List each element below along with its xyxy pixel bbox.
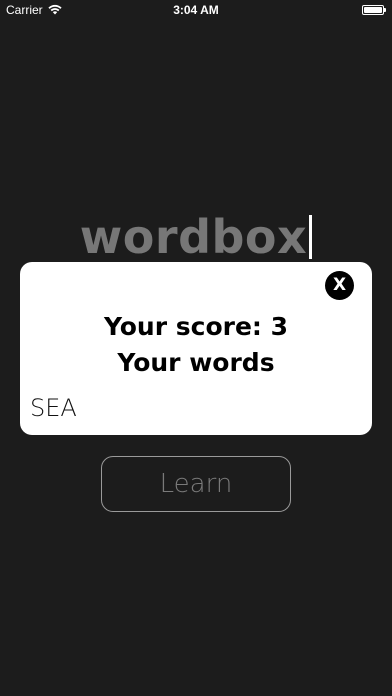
score-label: Your score:	[103, 312, 262, 341]
app-logo: wordbox	[0, 210, 392, 264]
close-button[interactable]: X	[325, 271, 354, 300]
score-dialog: X Your score: 3 Your words SEA	[20, 262, 372, 435]
words-heading: Your words	[117, 348, 275, 377]
word-list-item: SEA	[30, 394, 77, 422]
logo-text: wordbox	[79, 210, 308, 264]
close-icon: X	[332, 275, 347, 295]
score-value: 3	[270, 312, 289, 341]
text-cursor-icon	[309, 215, 313, 259]
learn-button[interactable]: Learn	[101, 456, 291, 512]
status-bar: Carrier 3:04 AM	[0, 0, 392, 20]
clock-label: 3:04 AM	[173, 3, 219, 17]
score-text: Your score: 3	[20, 312, 372, 341]
battery-icon	[362, 5, 386, 15]
